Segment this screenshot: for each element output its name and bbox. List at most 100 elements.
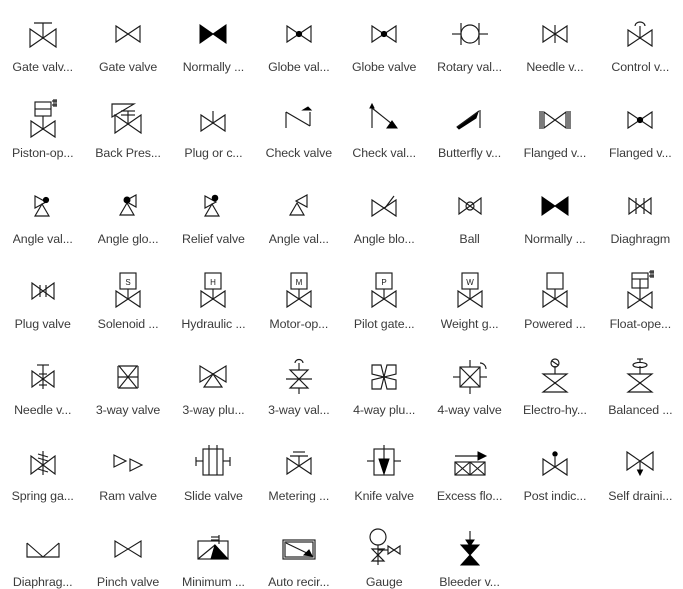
stencil-item[interactable]: Needle v... (0, 343, 85, 429)
balanced-valve-icon (598, 347, 682, 401)
stencil-label: Ball (459, 231, 480, 246)
stencil-label: Self draini... (608, 489, 673, 504)
stencil-item[interactable]: Balanced ... (598, 343, 683, 429)
stencil-label: Butterfly v... (438, 145, 502, 160)
stencil-label: Flanged v... (609, 145, 672, 160)
stencil-item[interactable]: 3-way plu... (171, 343, 256, 429)
stencil-label: Check val... (352, 145, 416, 160)
stencil-label: Post indic... (523, 489, 587, 504)
stencil-item[interactable]: Post indic... (512, 429, 597, 515)
piston-operated-valve-icon (1, 90, 85, 144)
stencil-item[interactable]: Flanged v... (512, 86, 597, 172)
spring-gate-valve-icon (1, 433, 85, 487)
stencil-item[interactable]: Float-ope... (598, 257, 683, 343)
stencil-label: Slide valve (184, 489, 243, 504)
stencil-label: Motor-op... (269, 317, 329, 332)
stencil-item[interactable]: Plug or c... (171, 86, 256, 172)
stencil-item[interactable]: Normally ... (171, 0, 256, 86)
stencil-item[interactable]: Knife valve (342, 429, 427, 515)
metering-valve-icon (257, 433, 341, 487)
stencil-item[interactable]: Gate valv... (0, 0, 85, 86)
stencil-item[interactable]: Globe valve (342, 0, 427, 86)
bleeder-valve-icon (428, 519, 512, 573)
stencil-item[interactable]: Spring ga... (0, 429, 85, 515)
stencil-item[interactable]: Plug valve (0, 257, 85, 343)
stencil-label: Powered ... (524, 317, 586, 332)
stencil-item[interactable]: Back Pres... (85, 86, 170, 172)
stencil-item[interactable]: Excess flo... (427, 429, 512, 515)
valve-symbol-palette: Gate valv... Gate valve Normally ... Globe … (0, 0, 683, 589)
stencil-label: Hydraulic ... (181, 317, 246, 332)
globe-valve-icon (257, 4, 341, 58)
stencil-label: Angle glo... (97, 231, 159, 246)
pilot-gate-valve-icon: P (342, 261, 426, 315)
stencil-label: Needle v... (14, 403, 72, 418)
stencil-label: Back Pres... (95, 145, 161, 160)
stencil-item[interactable]: 3-way val... (256, 343, 341, 429)
stencil-item[interactable]: Angle glo... (85, 172, 170, 258)
stencil-item[interactable]: S Solenoid ... (85, 257, 170, 343)
stencil-item[interactable]: Gate valve (85, 0, 170, 86)
stencil-item[interactable]: W Weight g... (427, 257, 512, 343)
stencil-item[interactable]: Normally ... (512, 172, 597, 258)
stencil-item[interactable]: Diaphrag... (0, 515, 85, 589)
stencil-item[interactable]: Pinch valve (85, 515, 170, 589)
stencil-label: Excess flo... (436, 489, 503, 504)
stencil-item[interactable]: Angle blo... (342, 172, 427, 258)
stencil-item[interactable]: Angle val... (0, 172, 85, 258)
angle-globe-valve-icon (86, 176, 170, 230)
stencil-item[interactable]: Relief valve (171, 172, 256, 258)
stencil-item[interactable]: Ball (427, 172, 512, 258)
stencil-item[interactable]: M Motor-op... (256, 257, 341, 343)
pinch-valve-icon (86, 519, 170, 573)
plug-valve-icon (1, 261, 85, 315)
stencil-label: Diaghragm (610, 231, 671, 246)
stencil-item[interactable]: Electro-hy... (512, 343, 597, 429)
stencil-item[interactable]: Control v... (598, 0, 683, 86)
stencil-item[interactable]: Check val... (342, 86, 427, 172)
stencil-item[interactable]: Needle v... (512, 0, 597, 86)
stencil-item[interactable]: Check valve (256, 86, 341, 172)
svg-text:P: P (382, 278, 387, 287)
stencil-item[interactable]: Auto recir... (256, 515, 341, 589)
stencil-item[interactable]: Diaghragm (598, 172, 683, 258)
stencil-label: Rotary val... (437, 60, 502, 74)
stencil-item[interactable]: 3-way valve (85, 343, 170, 429)
stencil-label: Metering ... (268, 489, 330, 504)
stencil-item[interactable]: Angle val... (256, 172, 341, 258)
stencil-item[interactable]: Rotary val... (427, 0, 512, 86)
stencil-label: 3-way valve (95, 403, 161, 418)
check-valve-angle-icon (342, 90, 426, 144)
stencil-item[interactable]: Gauge (342, 515, 427, 589)
stencil-label: 4-way valve (437, 403, 502, 418)
angle-valve-plain-icon (257, 176, 341, 230)
stencil-item[interactable]: Ram valve (85, 429, 170, 515)
hydraulic-valve-icon: H (171, 261, 255, 315)
stencil-item[interactable]: Powered ... (512, 257, 597, 343)
stencil-item[interactable]: Globe val... (256, 0, 341, 86)
stencil-item[interactable]: Flanged v... (598, 86, 683, 172)
svg-text:H: H (211, 278, 217, 287)
stencil-label: Ram valve (99, 489, 157, 504)
stencil-label: Normally ... (182, 60, 245, 74)
stencil-item[interactable]: P Pilot gate... (342, 257, 427, 343)
stencil-item[interactable]: Piston-op... (0, 86, 85, 172)
ram-valve-icon (86, 433, 170, 487)
stencil-item[interactable]: Slide valve (171, 429, 256, 515)
stencil-item[interactable]: 4-way plu... (342, 343, 427, 429)
stencil-item[interactable]: Bleeder v... (427, 515, 512, 589)
stencil-label: Angle blo... (353, 231, 415, 246)
stencil-label: Pilot gate... (353, 317, 415, 332)
stencil-item[interactable]: Self draini... (598, 429, 683, 515)
stencil-label: Balanced ... (608, 403, 673, 418)
excess-flow-valve-icon (428, 433, 512, 487)
stencil-item[interactable]: H Hydraulic ... (171, 257, 256, 343)
stencil-item[interactable]: Butterfly v... (427, 86, 512, 172)
stencil-item[interactable]: 4-way valve (427, 343, 512, 429)
stencil-label: Globe val... (268, 60, 330, 74)
stencil-item[interactable]: Metering ... (256, 429, 341, 515)
three-way-valve-actuated-icon (257, 347, 341, 401)
angle-blowdown-valve-icon (342, 176, 426, 230)
gauge-icon (342, 519, 426, 573)
stencil-item[interactable]: Minimum ... (171, 515, 256, 589)
